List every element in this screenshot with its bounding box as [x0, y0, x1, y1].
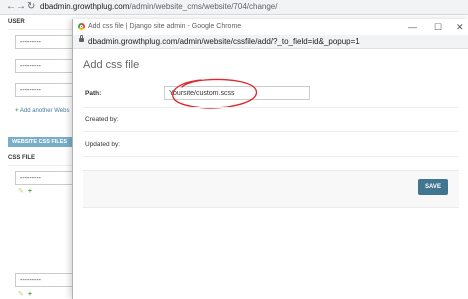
created-by-label: Created by:	[85, 116, 119, 123]
row-action-icons: ✎ +	[18, 187, 32, 195]
popup-window: Add css file | Django site admin - Googl…	[72, 19, 468, 299]
background-url-host: dbadmin.growthplug.com	[40, 2, 130, 11]
path-input[interactable]	[164, 86, 310, 100]
field-divider	[83, 107, 459, 108]
minimize-icon[interactable]: —	[408, 21, 417, 33]
field-divider	[83, 131, 459, 132]
forward-arrow-icon[interactable]: →	[16, 1, 26, 13]
add-plus-icon[interactable]: +	[28, 291, 32, 298]
css-file-select-1[interactable]: ---------	[15, 171, 72, 185]
divider	[8, 165, 72, 166]
row-action-icons: ✎ +	[18, 290, 32, 298]
popup-url: dbadmin.growthplug.com/admin/website/css…	[88, 37, 360, 46]
close-icon[interactable]: ✕	[456, 21, 464, 33]
popup-title-bar: Add css file | Django site admin - Googl…	[73, 19, 468, 35]
add-another-link[interactable]: + Add another Webs	[15, 108, 69, 114]
lock-icon	[79, 35, 84, 42]
divider	[8, 29, 72, 30]
popup-window-title: Add css file | Django site admin - Googl…	[88, 23, 242, 30]
page-title: Add css file	[83, 59, 140, 71]
background-address-bar[interactable]: dbadmin.growthplug.com/admin/website_cms…	[40, 1, 277, 13]
user-select-3[interactable]: ---------	[15, 83, 72, 97]
website-css-files-header: WEBSITE CSS FILES	[8, 137, 72, 147]
add-another-label: Add another Webs	[19, 108, 70, 114]
css-file-select-2[interactable]: ---------	[15, 273, 72, 287]
popup-address-bar[interactable]: dbadmin.growthplug.com/admin/website/css…	[73, 35, 468, 49]
user-column-header: USER	[8, 19, 25, 25]
path-label: Path:	[85, 90, 102, 97]
change-pencil-icon[interactable]: ✎	[18, 188, 24, 195]
background-url-path: /admin/website_cms/website/704/change/	[129, 2, 278, 11]
user-select-2[interactable]: ---------	[15, 59, 72, 73]
back-arrow-icon[interactable]: ←	[6, 1, 16, 13]
chrome-icon	[78, 23, 85, 30]
submit-row: SAVE	[83, 170, 459, 208]
change-pencil-icon[interactable]: ✎	[18, 291, 24, 298]
reload-icon[interactable]: ↻	[27, 1, 35, 13]
save-button[interactable]: SAVE	[418, 179, 448, 195]
updated-by-label: Updated by:	[85, 141, 121, 148]
plus-icon: +	[15, 108, 19, 114]
add-plus-icon[interactable]: +	[28, 188, 32, 195]
css-file-column-header: CSS FILE	[8, 155, 36, 161]
background-browser-toolbar: ← → ↻ dbadmin.growthplug.com/admin/websi…	[0, 0, 468, 15]
user-select-1[interactable]: ---------	[15, 35, 72, 49]
maximize-icon[interactable]: ☐	[434, 21, 442, 33]
field-divider	[83, 156, 459, 157]
